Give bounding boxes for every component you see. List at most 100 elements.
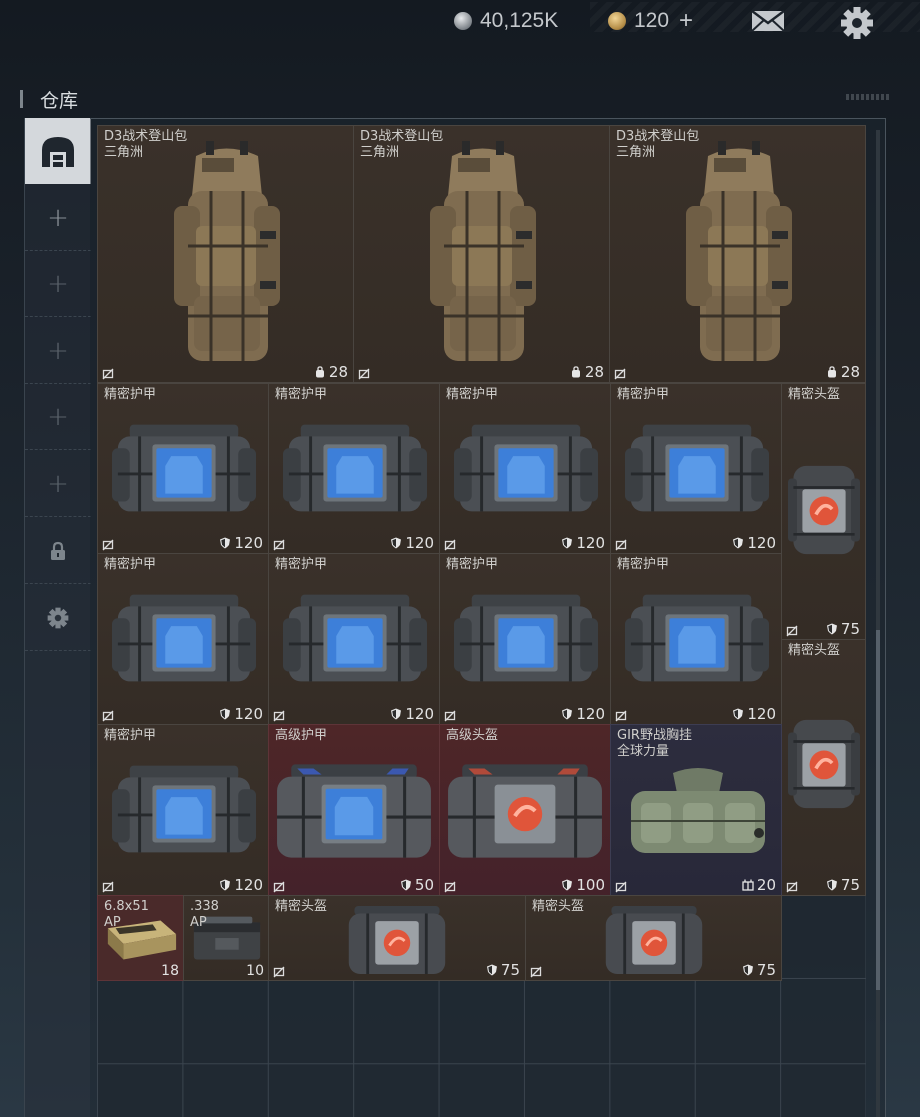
shield-icon <box>219 879 231 891</box>
no-trade-icon <box>444 881 456 893</box>
item-durability: 120 <box>219 705 263 723</box>
item-durability: 120 <box>219 876 263 894</box>
helmet-image <box>444 759 606 863</box>
helmet-image <box>345 902 449 978</box>
gold-amount: 120 <box>634 9 670 32</box>
backpack-icon <box>570 366 582 378</box>
plus-icon: + <box>47 202 69 233</box>
item-advanced-helmet[interactable]: 高级头盔 100 <box>439 724 611 896</box>
armor-image <box>281 418 429 518</box>
title-decoration <box>846 94 890 100</box>
item-chest-rig[interactable]: GIR野战胸挂 全球力量 20 <box>610 724 782 896</box>
sidebar-lock[interactable] <box>25 518 91 584</box>
shield-icon <box>219 537 231 549</box>
item-ammo-338[interactable]: .338 AP 10 <box>183 895 269 981</box>
backpack-image <box>166 136 286 376</box>
no-trade-icon <box>102 539 114 551</box>
item-helmet[interactable]: 精密头盔 75 <box>525 895 782 981</box>
item-name: 精密头盔 <box>532 899 585 914</box>
helmet-image <box>788 714 860 814</box>
capacity-value: 28 <box>584 363 604 381</box>
item-backpack[interactable]: D3战术登山包 三角洲 28 <box>353 125 610 383</box>
item-name: 精密护甲 <box>275 387 328 402</box>
shield-icon <box>561 537 573 549</box>
shield-icon <box>826 879 838 891</box>
item-armor[interactable]: 精密护甲 120 <box>610 553 782 725</box>
durability-value: 120 <box>405 705 434 723</box>
item-helmet[interactable]: 精密头盔 75 <box>268 895 526 981</box>
item-armor[interactable]: 精密护甲 120 <box>268 383 440 554</box>
gear-icon[interactable] <box>840 6 876 39</box>
item-armor[interactable]: 精密护甲 120 <box>439 553 611 725</box>
no-trade-icon <box>615 881 627 893</box>
ammo-quantity: 10 <box>246 963 264 979</box>
tab-warehouse[interactable] <box>25 118 91 184</box>
backpack-icon <box>314 366 326 378</box>
item-armor[interactable]: 精密护甲 120 <box>610 383 782 554</box>
mail-icon[interactable] <box>750 6 786 36</box>
shield-icon <box>742 964 754 976</box>
item-name: 精密护甲 <box>104 387 157 402</box>
gold-coin-icon <box>608 12 626 30</box>
item-backpack[interactable]: D3战术登山包 三角洲 28 <box>97 125 354 383</box>
shield-icon <box>561 879 573 891</box>
add-gold-button[interactable]: + <box>679 7 693 35</box>
plus-icon: + <box>47 335 69 366</box>
durability-value: 120 <box>234 705 263 723</box>
gold-currency[interactable]: 120 + <box>608 7 693 35</box>
item-capacity: 28 <box>570 363 604 381</box>
item-capacity: 28 <box>826 363 860 381</box>
lock-icon <box>51 541 65 560</box>
plus-icon: + <box>47 468 69 499</box>
armor-image <box>623 418 771 518</box>
backpack-image <box>678 136 798 376</box>
grid-scroll-thumb[interactable] <box>876 630 880 990</box>
item-armor[interactable]: 精密护甲 120 <box>97 724 269 896</box>
item-armor[interactable]: 精密护甲 120 <box>439 383 611 554</box>
item-backpack[interactable]: D3战术登山包 三角洲 28 <box>609 125 866 383</box>
sidebar-add-slot-3[interactable]: + <box>25 318 91 384</box>
sidebar-add-slot-4[interactable]: + <box>25 384 91 450</box>
sidebar-add-slot-2[interactable]: + <box>25 251 91 317</box>
item-armor[interactable]: 精密护甲 120 <box>97 383 269 554</box>
no-trade-icon <box>358 368 370 380</box>
gear-icon <box>47 607 69 628</box>
item-name: 精密头盔 <box>788 643 841 658</box>
item-name: D3战术登山包 三角洲 <box>616 129 700 160</box>
item-name: 精密护甲 <box>104 557 157 572</box>
durability-value: 75 <box>840 876 860 894</box>
title-marker <box>20 90 23 108</box>
sidebar-settings[interactable] <box>25 585 91 651</box>
shield-icon <box>390 708 402 720</box>
capacity-value: 28 <box>840 363 860 381</box>
item-helmet[interactable]: 精密头盔 75 <box>781 639 866 896</box>
item-armor[interactable]: 精密护甲 120 <box>97 553 269 725</box>
shield-icon <box>561 708 573 720</box>
backpack-icon <box>826 366 838 378</box>
sidebar-add-slot-5[interactable]: + <box>25 451 91 517</box>
item-name: 6.8x51 AP <box>104 899 149 930</box>
shield-icon <box>390 537 402 549</box>
item-name: GIR野战胸挂 全球力量 <box>617 728 692 759</box>
capacity-value: 28 <box>328 363 348 381</box>
armor-image <box>110 418 258 518</box>
item-capacity: 28 <box>314 363 348 381</box>
no-trade-icon <box>444 539 456 551</box>
capacity-value: 20 <box>756 876 776 894</box>
no-trade-icon <box>273 881 285 893</box>
sidebar-add-slot-1[interactable]: + <box>25 185 91 251</box>
durability-value: 120 <box>747 705 776 723</box>
armor-image <box>110 759 258 859</box>
armor-image <box>452 418 600 518</box>
warehouse-sidebar: + + + + + <box>24 118 91 1117</box>
durability-value: 120 <box>576 705 605 723</box>
item-ammo-6.8x51[interactable]: 6.8x51 AP 18 <box>97 895 184 981</box>
item-advanced-armor[interactable]: 高级护甲 50 <box>268 724 440 896</box>
item-name: 精密护甲 <box>275 557 328 572</box>
item-armor[interactable]: 精密护甲 120 <box>268 553 440 725</box>
durability-value: 120 <box>747 534 776 552</box>
silver-currency[interactable]: 40,125K <box>454 8 558 34</box>
item-helmet[interactable]: 精密头盔 75 <box>781 383 866 640</box>
durability-value: 120 <box>405 534 434 552</box>
chest-rig-image <box>623 763 773 863</box>
